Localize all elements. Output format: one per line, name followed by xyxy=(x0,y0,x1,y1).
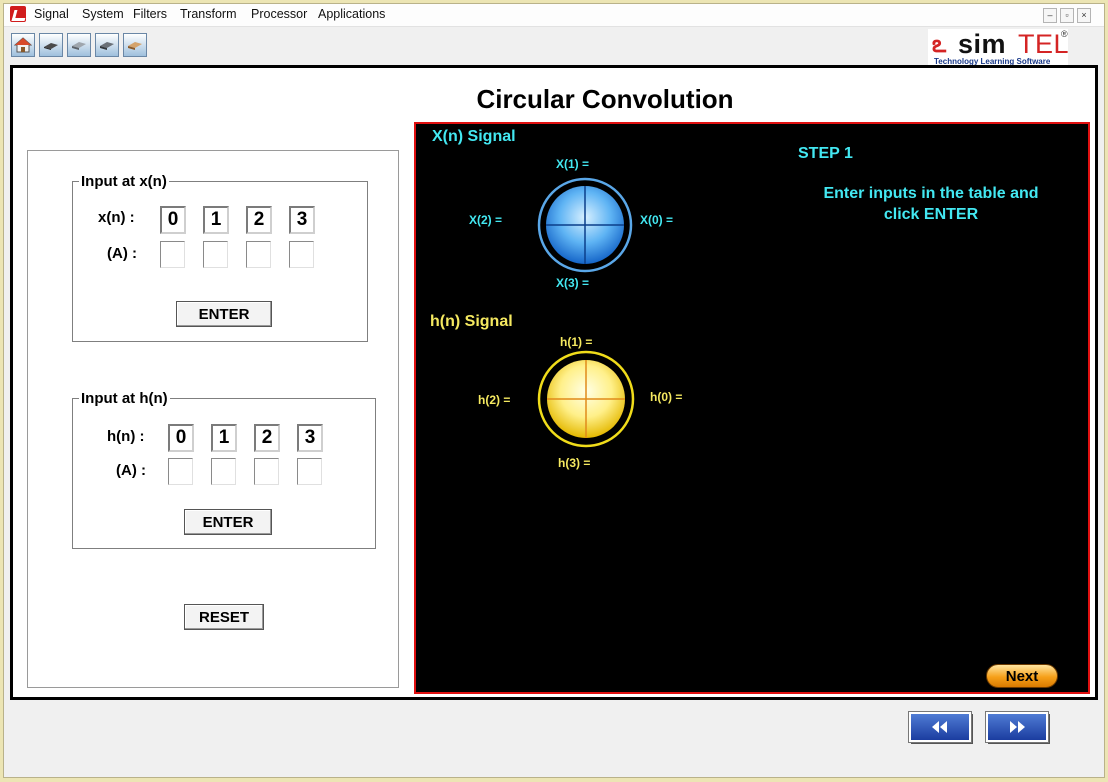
hn-index-2: 2 xyxy=(254,424,280,452)
hn-group-legend: Input at h(n) xyxy=(81,390,168,407)
hn-index-1: 1 xyxy=(211,424,237,452)
hn-signal-title: h(n) Signal xyxy=(430,313,513,330)
step-instruction: Enter inputs in the table and click ENTE… xyxy=(790,183,1072,225)
hn-index-0: 0 xyxy=(168,424,194,452)
h2-label: h(2) = xyxy=(478,393,511,407)
fast-forward-icon xyxy=(1010,721,1025,733)
system-tool-button[interactable] xyxy=(67,33,91,57)
simtel-logo: ఽ sim TEL ® Technology Learning Software xyxy=(928,29,1069,66)
x1-label: X(1) = xyxy=(556,157,590,171)
rewind-icon xyxy=(932,721,947,733)
hn-circle-diagram xyxy=(537,350,635,448)
page-title: Circular Convolution xyxy=(476,84,734,114)
x3-label: X(3) = xyxy=(556,276,590,290)
menu-system[interactable]: System xyxy=(82,7,124,21)
toolbar: ఽ sim TEL ® Technology Learning Software xyxy=(4,27,1104,66)
reset-button[interactable]: RESET xyxy=(184,604,264,630)
xn-index-3: 3 xyxy=(289,206,315,234)
xn-amplitude-input-2[interactable] xyxy=(246,241,271,268)
restore-button[interactable]: ▫ xyxy=(1060,8,1074,23)
xn-index-0: 0 xyxy=(160,206,186,234)
step-title: STEP 1 xyxy=(798,145,853,162)
system-tool-icon xyxy=(72,42,86,50)
hn-index-3: 3 xyxy=(297,424,323,452)
xn-amplitude-label: (A) : xyxy=(107,245,137,262)
hn-amplitude-input-0[interactable] xyxy=(168,458,193,485)
menu-signal[interactable]: Signal xyxy=(34,7,69,21)
xn-group-legend: Input at x(n) xyxy=(81,173,167,190)
logo-word-bold: sim xyxy=(958,29,1007,59)
step-instruction-line1: Enter inputs in the table and xyxy=(823,185,1039,202)
hn-enter-button[interactable]: ENTER xyxy=(184,509,272,535)
home-button[interactable] xyxy=(11,33,35,57)
processor-tool-icon xyxy=(100,42,114,50)
h0-label: h(0) = xyxy=(650,390,683,404)
xn-amplitude-input-3[interactable] xyxy=(289,241,314,268)
app-logo-icon xyxy=(10,6,26,22)
next-button[interactable]: Next xyxy=(986,664,1058,688)
x0-label: X(0) = xyxy=(640,213,674,227)
xn-enter-button[interactable]: ENTER xyxy=(176,301,272,327)
hn-amplitude-label: (A) : xyxy=(116,462,146,479)
xn-index-1: 1 xyxy=(203,206,229,234)
step-instruction-line2: click ENTER xyxy=(883,206,979,223)
application-tool-button[interactable] xyxy=(123,33,147,57)
xn-amplitude-input-1[interactable] xyxy=(203,241,228,268)
processor-tool-button[interactable] xyxy=(95,33,119,57)
hn-row-label: h(n) : xyxy=(107,428,145,445)
previous-page-button[interactable] xyxy=(909,712,971,742)
menu-bar: Signal System Filters Transform Processo… xyxy=(4,4,1104,27)
h3-label: h(3) = xyxy=(558,456,591,470)
signal-tool-button[interactable] xyxy=(39,33,63,57)
signal-tool-icon xyxy=(44,43,58,50)
menu-processor[interactable]: Processor xyxy=(251,7,307,21)
menu-applications[interactable]: Applications xyxy=(318,7,385,21)
xn-circle-diagram xyxy=(537,177,633,273)
next-page-button[interactable] xyxy=(986,712,1048,742)
hn-amplitude-input-2[interactable] xyxy=(254,458,279,485)
close-button[interactable]: × xyxy=(1077,8,1091,23)
xn-signal-title: X(n) Signal xyxy=(432,128,516,145)
application-tool-icon xyxy=(128,42,142,50)
hn-amplitude-input-3[interactable] xyxy=(297,458,322,485)
xn-amplitude-input-0[interactable] xyxy=(160,241,185,268)
h1-label: h(1) = xyxy=(560,335,593,349)
xn-row-label: x(n) : xyxy=(98,209,135,226)
x2-label: X(2) = xyxy=(469,213,503,227)
menu-transform[interactable]: Transform xyxy=(180,7,237,21)
logo-registered: ® xyxy=(1061,29,1068,39)
minimize-button[interactable]: – xyxy=(1043,8,1057,23)
home-icon xyxy=(14,37,32,53)
menu-filters[interactable]: Filters xyxy=(133,7,167,21)
hn-amplitude-input-1[interactable] xyxy=(211,458,236,485)
xn-index-2: 2 xyxy=(246,206,272,234)
